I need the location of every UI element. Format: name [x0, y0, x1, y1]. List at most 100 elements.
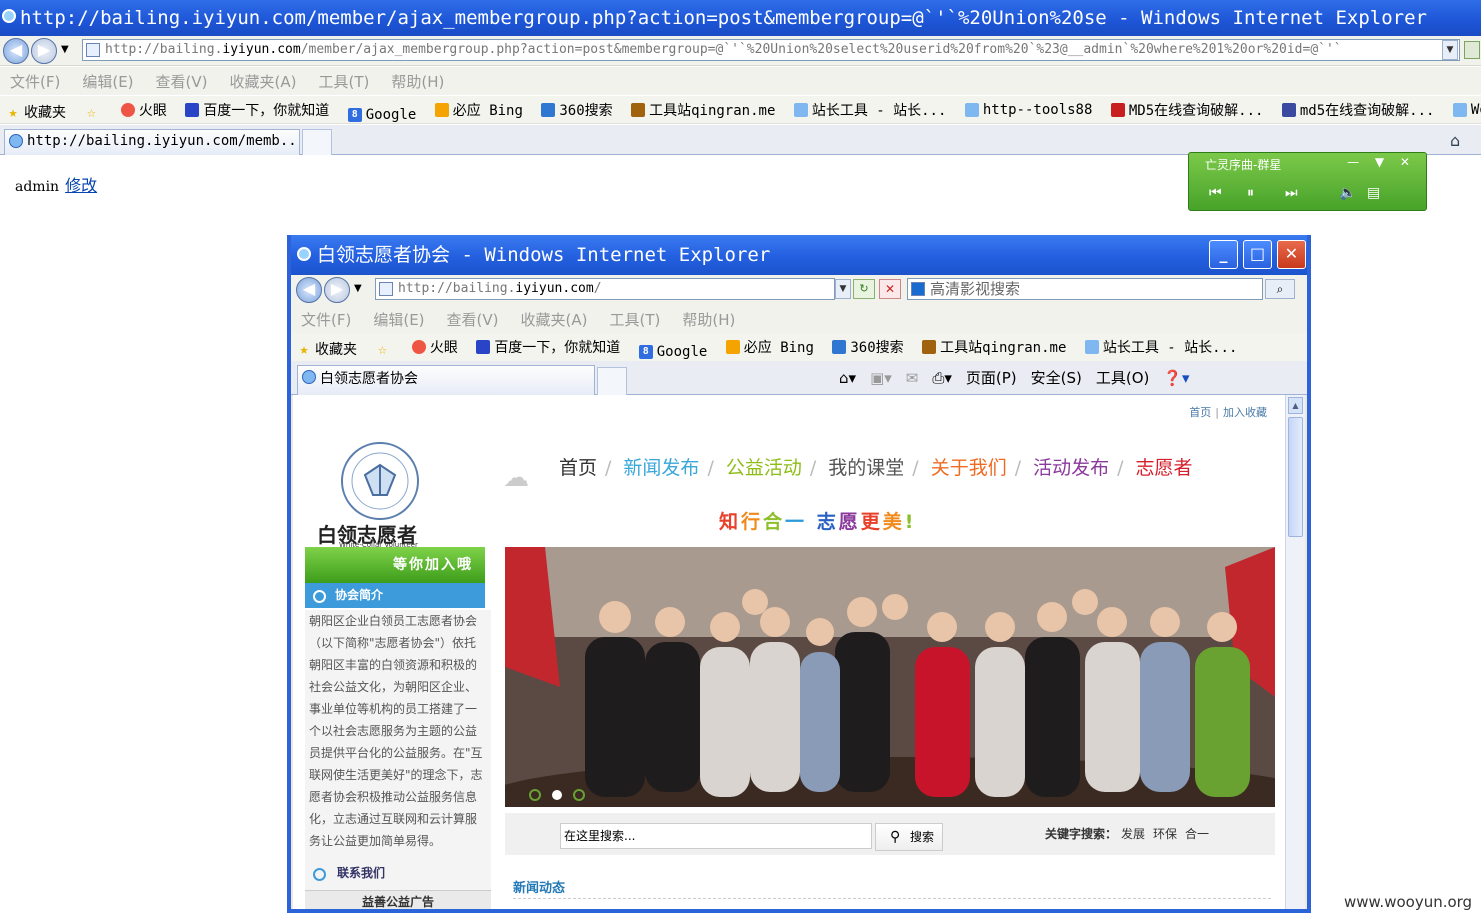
contact-heading[interactable]: 联系我们: [305, 860, 491, 886]
refresh-icon[interactable]: ↻: [853, 279, 875, 299]
fav-link[interactable]: 工具站qingran.me: [922, 337, 1066, 357]
fav-icon: [1452, 103, 1467, 117]
fav-link[interactable]: 8 Google: [347, 107, 416, 123]
volume-icon[interactable]: 🔈: [1339, 185, 1356, 201]
keyword-link[interactable]: 合一: [1185, 827, 1209, 841]
menu-tools[interactable]: 工具(T): [609, 311, 660, 329]
nav-item[interactable]: 关于我们: [931, 457, 1007, 479]
inner-tab[interactable]: 白领志愿者协会: [297, 365, 595, 395]
close-icon[interactable]: ✕: [1277, 240, 1306, 269]
pause-icon[interactable]: ⏸: [1247, 185, 1254, 201]
stop-icon[interactable]: ✕: [879, 279, 901, 299]
fav-link[interactable]: 站长工具 - 站长...: [793, 100, 946, 120]
home-icon[interactable]: ⌂▾: [839, 369, 856, 387]
fav-link[interactable]: 360搜索: [541, 100, 613, 120]
fav-link[interactable]: 火眼: [411, 337, 458, 357]
home-icon[interactable]: ⌂: [1450, 131, 1460, 150]
menu-favorites[interactable]: 收藏夹(A): [521, 311, 588, 329]
page-menu[interactable]: 页面(P): [966, 367, 1017, 388]
fav-icon: [1281, 103, 1296, 117]
site-search-button[interactable]: ⚲ 搜索: [875, 823, 943, 851]
fav-link[interactable]: 站长工具 - 站长...: [1084, 337, 1237, 357]
keyword-link[interactable]: 环保: [1153, 827, 1177, 841]
inner-address-input[interactable]: http://bailing.iyiyun.com/: [375, 278, 835, 300]
nav-item[interactable]: 公益活动: [726, 457, 802, 479]
forward-icon[interactable]: ▶: [31, 38, 57, 64]
menu-edit[interactable]: 编辑(E): [82, 73, 133, 91]
favorites-button[interactable]: ★ 收藏夹: [297, 339, 357, 359]
outer-tab[interactable]: http://bailing.iyiyun.com/memb...: [4, 129, 300, 155]
help-icon[interactable]: ❓▾: [1163, 369, 1189, 387]
address-dropdown-icon[interactable]: ▼: [1442, 40, 1458, 60]
nav-item[interactable]: 活动发布: [1033, 457, 1109, 479]
fav-link[interactable]: 火眼: [120, 100, 167, 120]
add-favorite-icon[interactable]: ☆: [84, 105, 102, 120]
favorites-button[interactable]: ★ 收藏夹: [6, 102, 66, 122]
fav-link[interactable]: 百度一下，你就知道: [476, 337, 620, 357]
history-dropdown-icon[interactable]: ▼: [354, 283, 362, 294]
menu-file[interactable]: 文件(F): [301, 311, 351, 329]
fav-link[interactable]: WooYu: [1452, 102, 1481, 118]
edit-link[interactable]: 修改: [65, 176, 97, 195]
next-icon[interactable]: ⏭: [1285, 185, 1298, 201]
forward-icon[interactable]: ▶: [324, 277, 350, 303]
menu-view[interactable]: 查看(V): [447, 311, 499, 329]
slogan-char: 知: [719, 511, 742, 533]
menu-help[interactable]: 帮助(H): [682, 311, 735, 329]
fav-link[interactable]: 必应 Bing: [725, 337, 814, 357]
nav-item[interactable]: 新闻发布: [623, 457, 699, 479]
feeds-icon[interactable]: ▣▾: [870, 369, 892, 387]
new-tab-button[interactable]: [597, 367, 627, 395]
history-dropdown-icon[interactable]: ▼: [61, 44, 69, 55]
fav-link[interactable]: 百度一下，你就知道: [185, 100, 329, 120]
scroll-up-icon[interactable]: ▲: [1288, 397, 1303, 414]
fav-link[interactable]: 必应 Bing: [434, 100, 523, 120]
add-favorite-icon[interactable]: ☆: [375, 342, 393, 357]
back-icon[interactable]: ◀: [3, 38, 29, 64]
outer-address-input[interactable]: http://bailing.iyiyun.com/member/ajax_me…: [82, 39, 1460, 61]
playlist-icon[interactable]: ▤: [1367, 185, 1380, 201]
maximize-icon[interactable]: □: [1243, 240, 1272, 269]
tools-menu[interactable]: 工具(O): [1096, 367, 1150, 388]
fav-link[interactable]: MD5在线查询破解...: [1110, 100, 1263, 120]
menu-edit[interactable]: 编辑(E): [373, 311, 424, 329]
fav-link[interactable]: 360搜索: [832, 337, 904, 357]
menu-tools[interactable]: 工具(T): [318, 73, 369, 91]
minimize-icon[interactable]: _: [1209, 240, 1238, 269]
nav-item[interactable]: 我的课堂: [828, 457, 904, 479]
print-icon[interactable]: ⎙▾: [932, 369, 952, 387]
news-heading: 新闻动态: [513, 881, 566, 896]
menu-file[interactable]: 文件(F): [10, 73, 60, 91]
inner-address-toolbar: ◀ ▶ ▼ http://bailing.iyiyun.com/ ▼ ↻ ✕ 高…: [291, 275, 1307, 305]
menu-favorites[interactable]: 收藏夹(A): [230, 73, 297, 91]
bookmark-link[interactable]: 加入收藏: [1223, 406, 1267, 419]
nav-item[interactable]: 首页: [559, 457, 597, 479]
back-icon[interactable]: ◀: [296, 277, 322, 303]
outer-favorites-bar: ★ 收藏夹 ☆ 火眼 百度一下，你就知道 8 Google 必应 Bing 360搜…: [0, 96, 1481, 124]
fav-link[interactable]: md5在线查询破解...: [1281, 100, 1434, 120]
search-input[interactable]: 高清影视搜索: [907, 278, 1263, 300]
group-photo-slideshow[interactable]: [505, 547, 1275, 807]
keyword-link[interactable]: 发展: [1121, 827, 1145, 841]
fav-link[interactable]: 8 Google: [638, 344, 707, 360]
scroll-thumb[interactable]: [1288, 417, 1303, 537]
join-banner[interactable]: 等你加入哦: [305, 547, 485, 583]
inner-browser-window: 白领志愿者协会 - Windows Internet Explorer _ □ …: [287, 235, 1311, 913]
menu-view[interactable]: 查看(V): [156, 73, 208, 91]
new-tab-button[interactable]: [302, 129, 332, 155]
mail-icon[interactable]: ✉: [906, 369, 919, 387]
fav-link[interactable]: 工具站qingran.me: [631, 100, 775, 120]
menu-help[interactable]: 帮助(H): [391, 73, 444, 91]
inner-title-text: 白领志愿者协会 - Windows Internet Explorer: [317, 244, 771, 266]
safety-menu[interactable]: 安全(S): [1031, 367, 1082, 388]
site-search-input[interactable]: 在这里搜索...: [560, 823, 872, 849]
search-icon[interactable]: ⌕: [1265, 279, 1295, 299]
fav-link[interactable]: http--tools88: [964, 102, 1092, 118]
vertical-scrollbar[interactable]: ▲: [1285, 395, 1305, 909]
player-window-controls[interactable]: — ▼ ✕: [1347, 155, 1416, 169]
address-dropdown-icon[interactable]: ▼: [835, 279, 851, 299]
previous-icon[interactable]: ⏮: [1209, 185, 1222, 201]
go-icon[interactable]: [1464, 41, 1480, 59]
home-link[interactable]: 首页: [1189, 406, 1211, 419]
nav-item[interactable]: 志愿者: [1136, 457, 1193, 479]
